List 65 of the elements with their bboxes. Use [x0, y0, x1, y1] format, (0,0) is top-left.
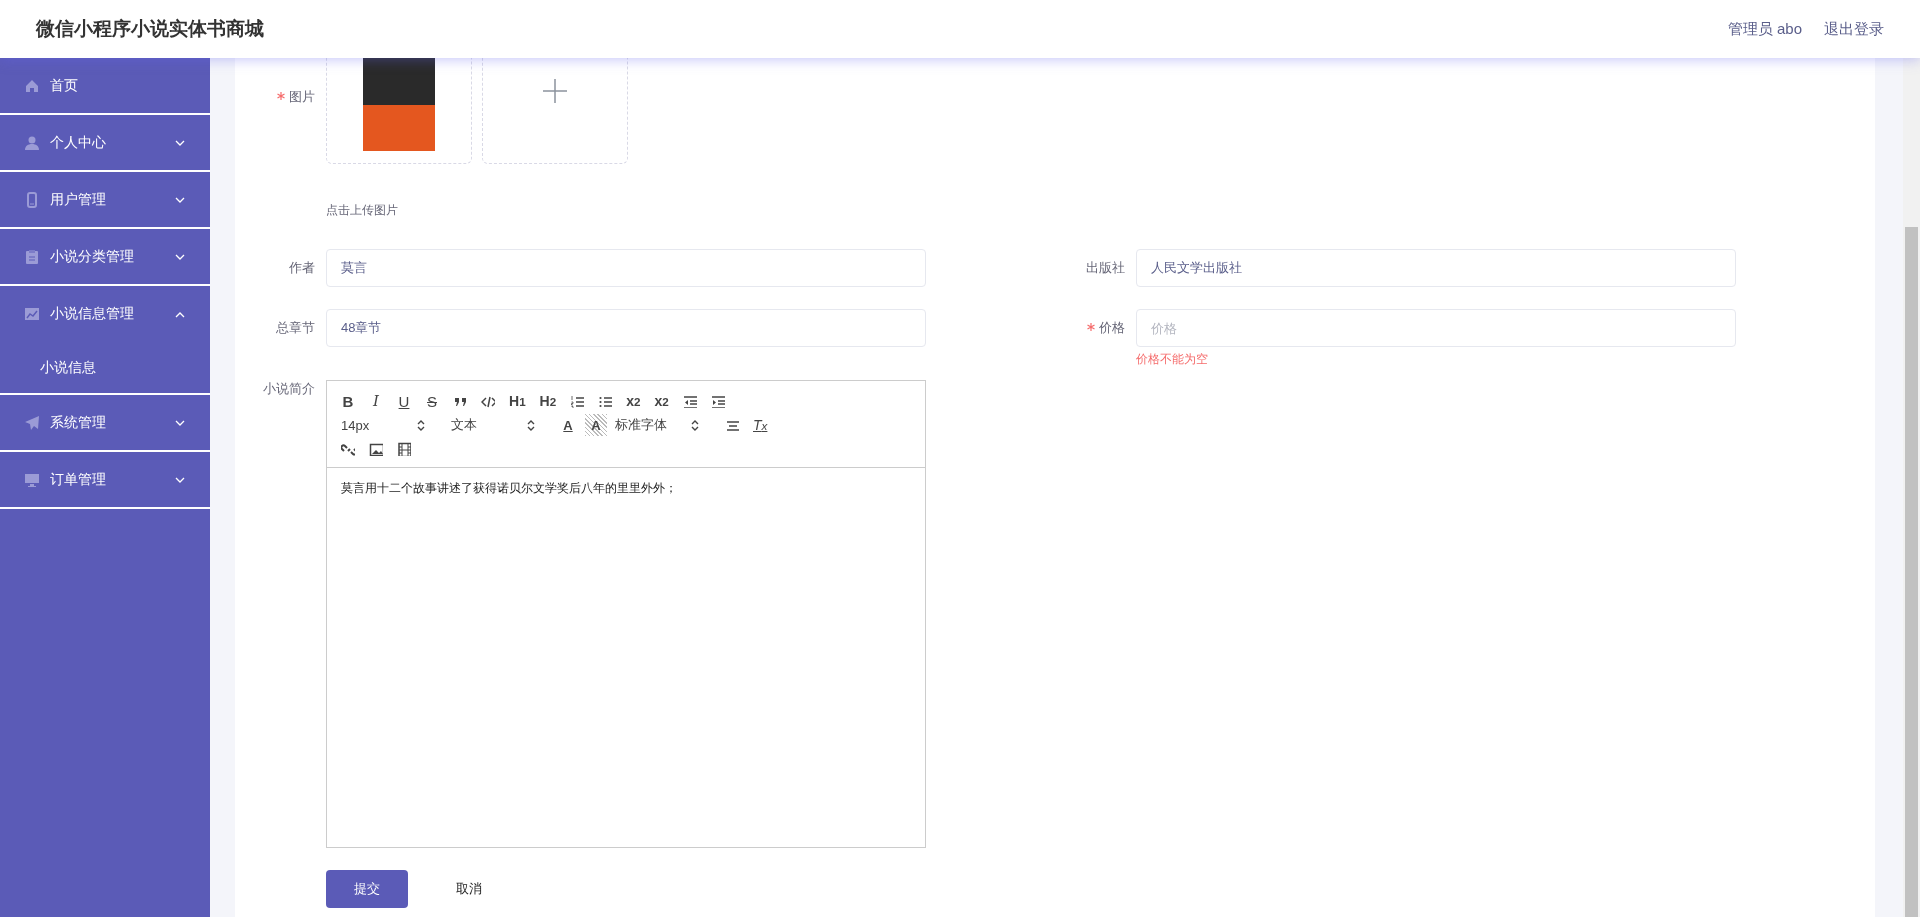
required-asterisk-icon — [277, 92, 285, 100]
bold-button[interactable]: B — [337, 390, 359, 412]
sidebar-menu-item[interactable]: 个人中心 — [0, 115, 210, 170]
upload-hint: 点击上传图片 — [326, 202, 399, 219]
home-icon — [24, 77, 40, 94]
toolbar-dropdown[interactable]: 标准字体 — [611, 416, 703, 434]
menu-label: 系统管理 — [50, 413, 107, 432]
paper-plane-icon — [24, 414, 40, 431]
sidebar-menu-item[interactable]: 首页 — [0, 58, 210, 113]
sidebar-menu-item[interactable]: 系统管理 — [0, 395, 210, 450]
menu-label: 首页 — [50, 76, 79, 95]
numbered-list-icon — [570, 394, 585, 408]
menu-label: 用户管理 — [50, 190, 107, 209]
dropdown-arrows-icon — [417, 419, 425, 431]
indent-icon — [710, 394, 725, 408]
image-icon — [369, 442, 383, 456]
text-input-field[interactable]: 48章节 — [326, 309, 926, 347]
toolbar-dropdown[interactable]: 14px — [337, 417, 429, 433]
align-icon — [725, 418, 739, 432]
underline-button[interactable]: U — [393, 390, 415, 412]
phone-icon — [24, 191, 40, 208]
scrollbar-thumb[interactable] — [1905, 227, 1918, 917]
image-upload-box[interactable] — [326, 58, 472, 164]
plus-icon — [543, 79, 567, 103]
text-input-field[interactable]: 莫言 — [326, 249, 926, 287]
clipboard-icon — [24, 248, 40, 265]
monitor-icon — [24, 471, 40, 488]
menu-label: 个人中心 — [50, 133, 107, 152]
field-label: 小说简介 — [263, 380, 315, 398]
menu-label: 订单管理 — [50, 470, 107, 489]
strikethrough-button[interactable]: S — [421, 390, 443, 412]
text-input-field[interactable]: 人民文学出版社 — [1136, 249, 1736, 287]
font-color-button[interactable]: A — [557, 414, 579, 436]
bullet-list-icon — [598, 394, 613, 408]
field-label: 总章节 — [276, 319, 315, 337]
field-label: 作者 — [289, 259, 315, 277]
submenu-item[interactable]: 小说信息 — [0, 341, 210, 393]
field-label: 价格 — [1099, 319, 1125, 337]
field-label: 图片 — [289, 88, 315, 106]
error-message: 价格不能为空 — [1136, 351, 1209, 368]
code-icon — [481, 394, 495, 408]
editor-content-text: 莫言用十二个故事讲述了获得诺贝尔文学奖后八年的里里外外； — [340, 480, 678, 497]
dropdown-arrows-icon — [691, 419, 699, 431]
italic-button[interactable]: I — [365, 390, 387, 412]
outdent-icon — [682, 394, 697, 408]
film-icon — [397, 442, 411, 456]
field-label: 出版社 — [1086, 259, 1125, 277]
submit-button[interactable]: 提交 — [326, 870, 408, 908]
required-asterisk-icon — [1087, 323, 1095, 331]
person-icon — [24, 134, 40, 151]
toolbar-dropdown[interactable]: 文本 — [447, 416, 539, 434]
sidebar-menu-item[interactable]: 小说分类管理 — [0, 229, 210, 284]
menu-label: 小说分类管理 — [50, 247, 135, 266]
sidebar-menu-item[interactable]: 用户管理 — [0, 172, 210, 227]
text-input-field[interactable]: 价格 — [1136, 309, 1736, 347]
admin-user-link[interactable]: 管理员 abo — [1727, 19, 1802, 39]
sidebar-menu-item[interactable]: 订单管理 — [0, 452, 210, 507]
background-color-button[interactable]: A — [585, 414, 607, 436]
app-title: 微信小程序小说实体书商城 — [36, 17, 264, 41]
logout-link[interactable]: 退出登录 — [1824, 19, 1884, 39]
dropdown-arrows-icon — [527, 419, 535, 431]
chart-icon — [24, 305, 40, 322]
menu-label: 小说信息管理 — [50, 304, 135, 323]
sidebar-menu-item[interactable]: 小说信息管理 — [0, 286, 210, 341]
scrollbar[interactable] — [1903, 58, 1920, 917]
